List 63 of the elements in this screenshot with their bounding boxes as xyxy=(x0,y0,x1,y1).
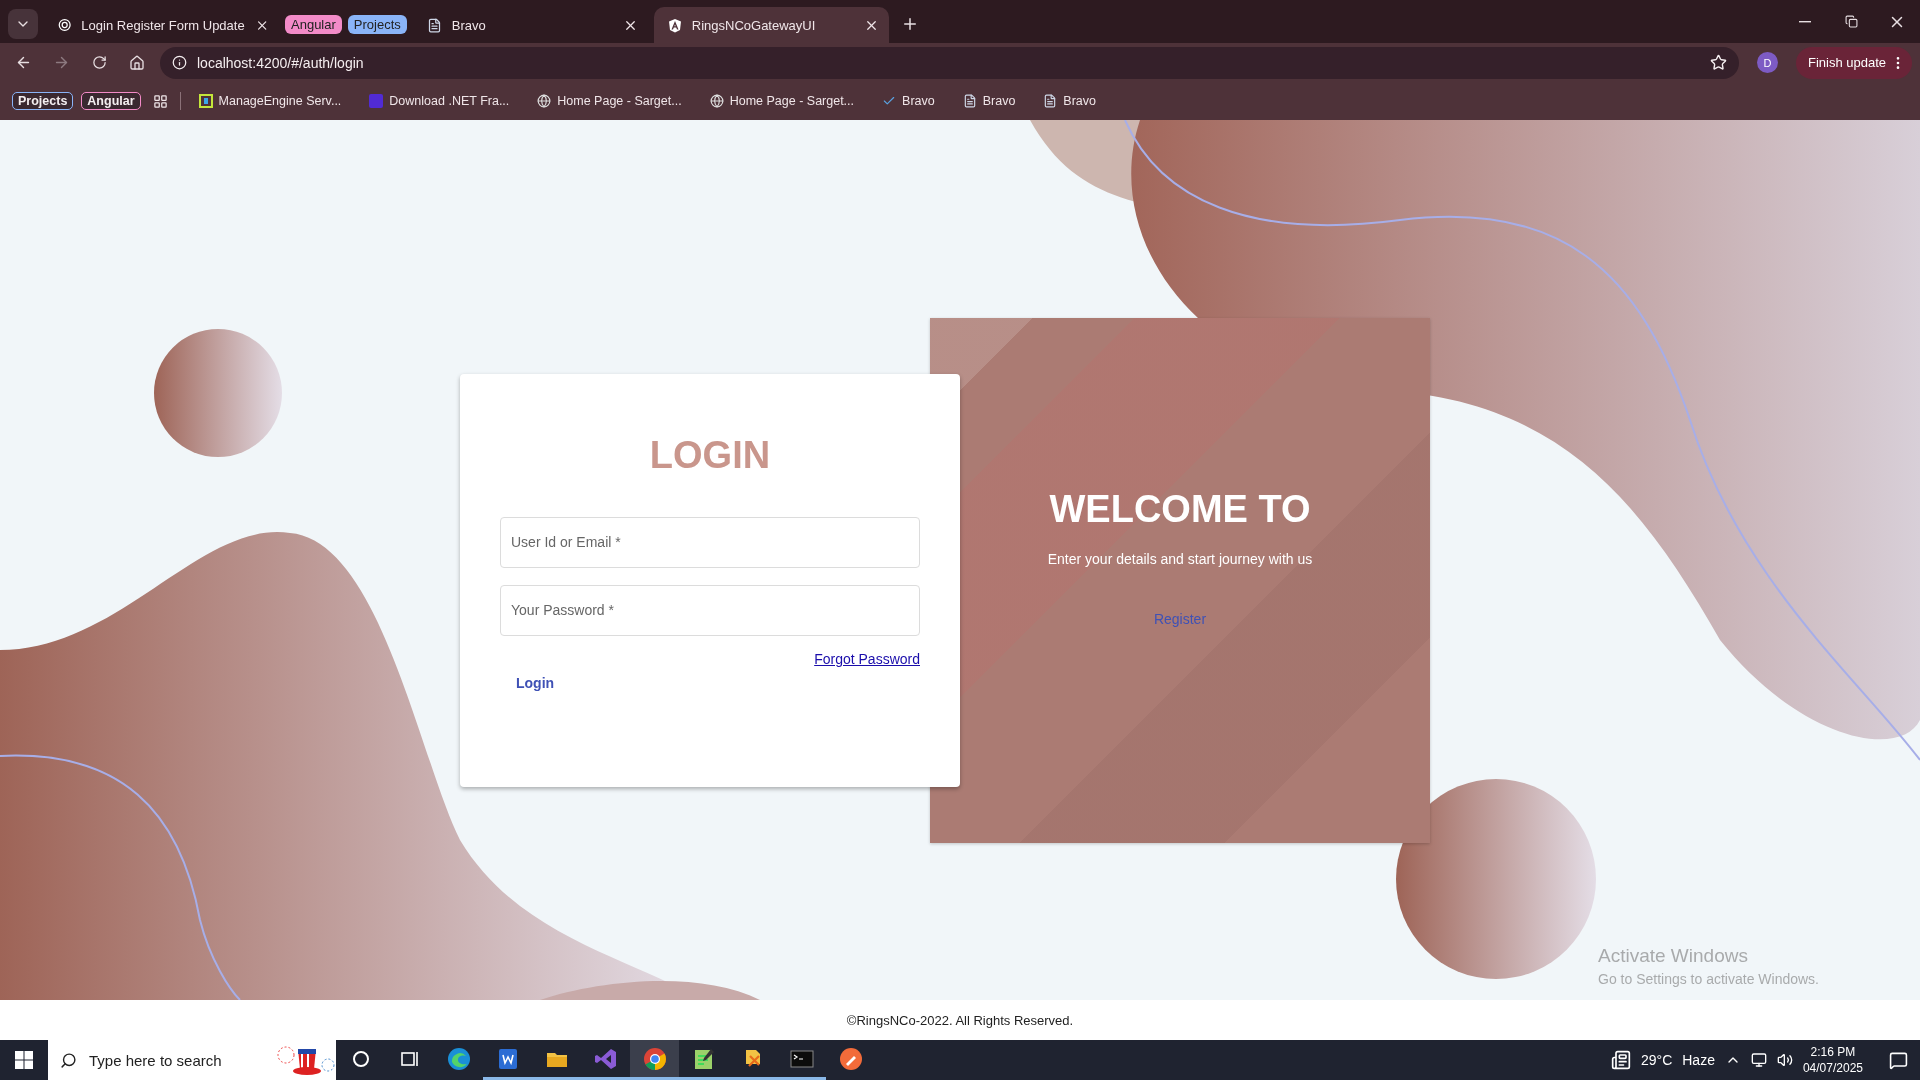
volume-icon[interactable] xyxy=(1776,1052,1793,1068)
temperature-text[interactable]: 29°C xyxy=(1640,1052,1673,1068)
address-bar[interactable]: localhost:4200/#/auth/login xyxy=(160,46,1739,79)
tab-group-label[interactable]: Angular xyxy=(285,15,342,34)
bookmark-link[interactable]: Bravo xyxy=(1033,94,1106,108)
network-icon[interactable] xyxy=(1750,1052,1767,1068)
activation-title: Activate Windows xyxy=(1598,945,1749,967)
document-icon xyxy=(1043,94,1058,108)
clock[interactable]: 2:16 PM 04/07/2025 xyxy=(1802,1044,1863,1076)
minimize-icon xyxy=(1799,20,1811,23)
bookmark-group[interactable]: Angular xyxy=(81,92,141,110)
finish-update-button[interactable]: Finish update xyxy=(1795,46,1912,79)
input-field[interactable]: Your Password * xyxy=(500,584,920,636)
browser-tab[interactable]: Login Register Form Update xyxy=(44,7,279,43)
globe-icon xyxy=(537,94,552,108)
taskbar-search-field[interactable]: Type here to search xyxy=(48,1040,336,1080)
search-icon xyxy=(60,1051,77,1069)
footer-text: ©RingsNCo-2022. All Rights Reserved. xyxy=(846,1012,1074,1028)
browser-tab[interactable]: RingsNCoGatewayUI xyxy=(653,7,889,43)
hat-drawing xyxy=(276,1043,336,1077)
bookmark-star-icon[interactable] xyxy=(1709,54,1727,71)
bookmark-link[interactable]: Home Page - Sarget... xyxy=(699,94,865,108)
square-icon xyxy=(369,94,384,108)
home-icon xyxy=(129,54,145,71)
tab-search-button[interactable] xyxy=(8,9,38,39)
tab-title: Login Register Form Update xyxy=(81,17,245,33)
letter-a-icon xyxy=(667,17,682,33)
bookmark-group[interactable]: Projects xyxy=(12,92,74,110)
chrome-icon xyxy=(641,1045,668,1072)
windows-logo-icon xyxy=(15,1051,33,1069)
notification-icon[interactable] xyxy=(1889,1050,1908,1070)
url-text: localhost:4200/#/auth/login xyxy=(197,54,365,71)
search-placeholder: Type here to search xyxy=(89,1051,223,1069)
weather-text[interactable]: Haze xyxy=(1682,1052,1715,1068)
document-icon xyxy=(426,17,442,33)
forgot-password-link[interactable]: Forgot Password xyxy=(814,650,920,667)
tab-title: Bravo xyxy=(451,17,487,33)
reload-icon xyxy=(91,55,107,70)
welcome-title: WELCOME TO xyxy=(1049,487,1311,531)
news-icon[interactable] xyxy=(1610,1050,1631,1070)
browser-tab[interactable]: Bravo xyxy=(412,7,648,43)
bookmark-link[interactable]: Bravo xyxy=(872,94,945,108)
activation-subtitle: Go to Settings to activate Windows. xyxy=(1598,971,1819,987)
input-field[interactable]: User Id or Email * xyxy=(500,516,920,568)
bookmark-link[interactable]: ManageEngine Serv... xyxy=(188,94,352,108)
update-label: Finish update xyxy=(1807,55,1886,70)
info-icon[interactable] xyxy=(172,55,187,70)
login-title: LOGIN xyxy=(649,433,771,477)
login-button[interactable]: Login xyxy=(500,668,571,697)
tab-group-label[interactable]: Projects xyxy=(347,15,407,34)
bookmark-link[interactable]: Bravo xyxy=(952,94,1026,108)
restore-icon xyxy=(1844,15,1858,28)
document-icon xyxy=(962,94,977,108)
swirl-icon xyxy=(445,1045,472,1072)
bookmark-link[interactable]: Download .NET Fra... xyxy=(359,94,520,108)
welcome-subtitle: Enter your details and start journey with us xyxy=(1047,550,1313,567)
bracket-icon xyxy=(198,94,213,108)
profile-avatar[interactable]: D xyxy=(1756,52,1778,73)
apps-grid-icon[interactable] xyxy=(152,93,168,109)
checkmark-icon xyxy=(882,94,897,108)
tab-title: RingsNCoGatewayUI xyxy=(691,17,817,33)
bookmark-link[interactable]: Home Page - Sarget... xyxy=(527,94,692,108)
globe-icon xyxy=(709,94,724,108)
